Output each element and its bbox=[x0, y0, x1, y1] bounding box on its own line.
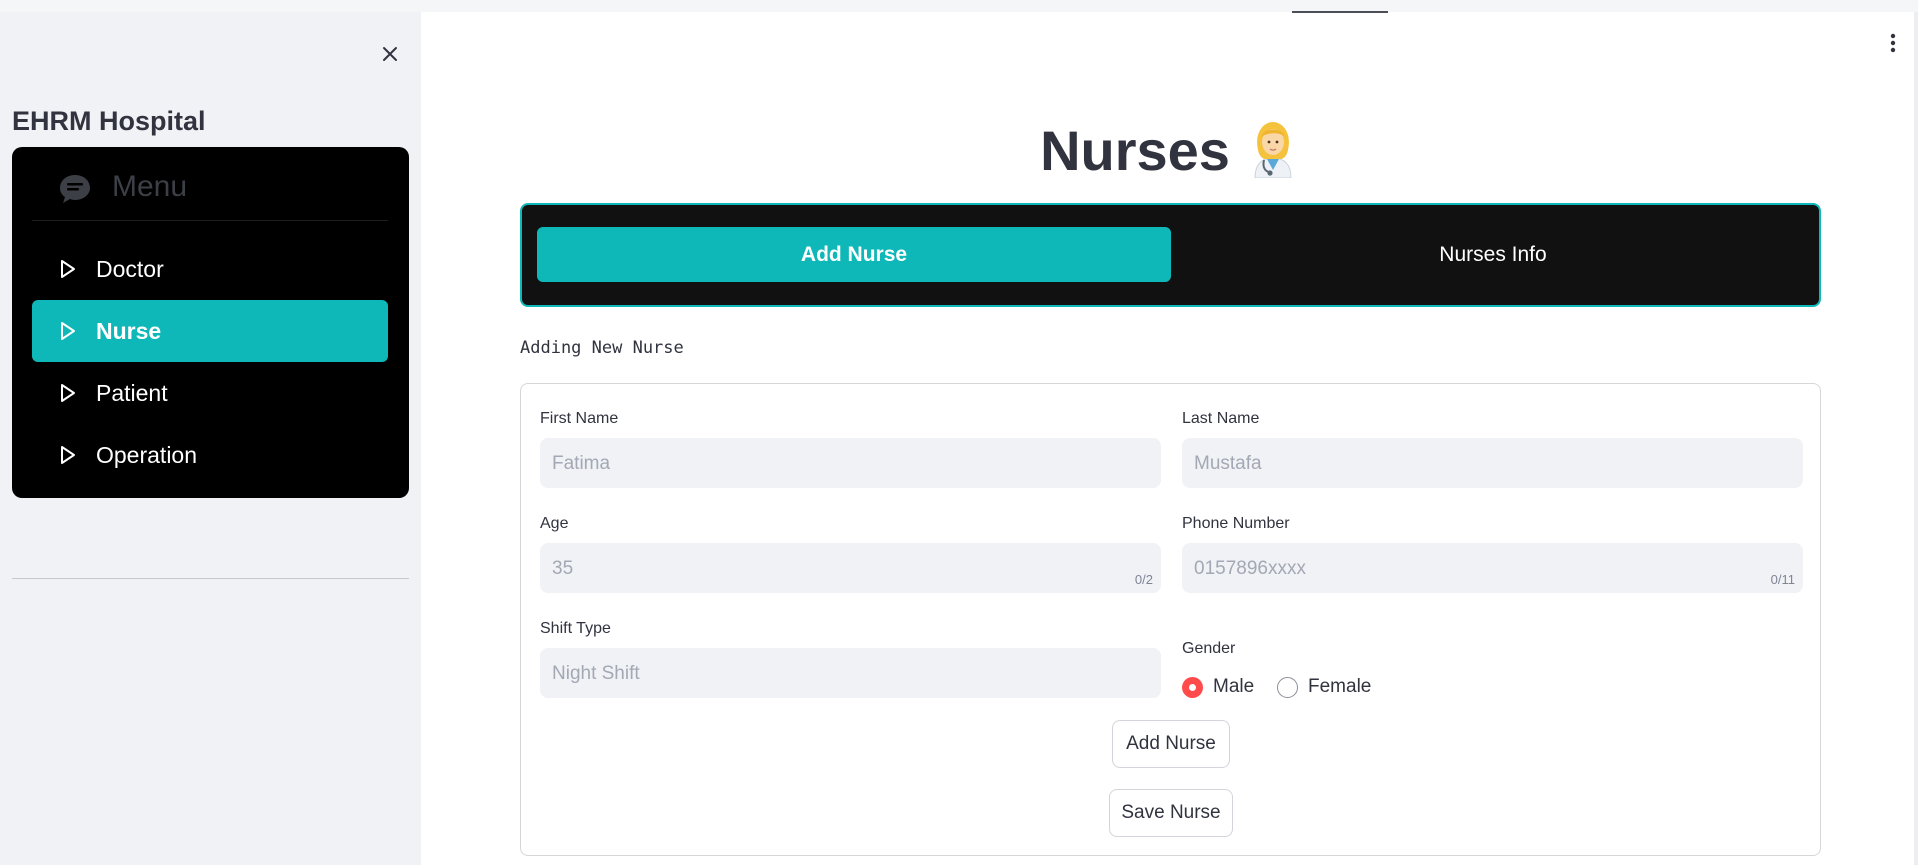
phone-placeholder: 0157896xxxx bbox=[1194, 558, 1306, 579]
shift-type-label: Shift Type bbox=[540, 620, 611, 637]
first-name-label: First Name bbox=[540, 410, 619, 427]
chat-icon bbox=[60, 175, 90, 203]
top-toolbar-strip bbox=[0, 0, 1918, 13]
gender-option-label: Female bbox=[1308, 676, 1372, 697]
option-menu: Menu Doctor Nurse Patient Operation bbox=[12, 147, 409, 498]
play-outline-icon bbox=[61, 384, 75, 402]
add-nurse-form: First Name Fatima Last Name Mustafa Age … bbox=[520, 383, 1821, 856]
menu-header: Menu bbox=[32, 147, 388, 221]
save-nurse-button[interactable]: Save Nurse bbox=[1109, 789, 1233, 837]
page-title: Nurses bbox=[420, 118, 1918, 191]
add-nurse-button[interactable]: Add Nurse bbox=[1112, 720, 1230, 768]
sidebar-divider bbox=[12, 578, 409, 579]
close-icon bbox=[383, 47, 397, 61]
first-name-placeholder: Fatima bbox=[552, 453, 611, 474]
phone-field[interactable]: 0157896xxxx 0/11 bbox=[1182, 543, 1803, 593]
tab-bar: Add Nurse Nurses Info bbox=[520, 203, 1821, 307]
tab-add-nurse[interactable]: Add Nurse bbox=[537, 227, 1171, 282]
gender-option-label: Male bbox=[1213, 676, 1255, 697]
radio-selected-icon bbox=[1182, 677, 1203, 698]
main-menu-button[interactable] bbox=[1884, 30, 1902, 56]
age-field[interactable]: 35 0/2 bbox=[540, 543, 1161, 593]
page-title-text: Nurses bbox=[1040, 119, 1230, 182]
play-outline-icon bbox=[61, 322, 75, 340]
menu-item-doctor[interactable]: Doctor bbox=[32, 238, 388, 300]
age-placeholder: 35 bbox=[552, 558, 574, 579]
last-name-label: Last Name bbox=[1182, 410, 1260, 427]
menu-item-label: Patient bbox=[96, 380, 168, 406]
shift-type-field[interactable]: Night Shift bbox=[540, 648, 1161, 698]
menu-header-label: Menu bbox=[112, 170, 188, 203]
radio-unselected-icon bbox=[1277, 677, 1298, 698]
woman-health-worker-icon bbox=[1248, 120, 1298, 191]
phone-label: Phone Number bbox=[1182, 515, 1290, 532]
age-char-counter: 0/2 bbox=[1134, 572, 1153, 587]
gender-label: Gender bbox=[1182, 640, 1236, 657]
close-sidebar-button[interactable] bbox=[378, 42, 402, 66]
more-vertical-icon bbox=[1890, 33, 1896, 53]
menu-item-operation[interactable]: Operation bbox=[32, 424, 388, 486]
tab-nurses-info[interactable]: Nurses Info bbox=[1176, 227, 1810, 282]
form-subheading: Adding New Nurse bbox=[520, 338, 684, 358]
toolbar-indicator bbox=[1292, 11, 1388, 13]
sidebar-title: EHRM Hospital bbox=[12, 106, 206, 136]
age-label: Age bbox=[540, 515, 569, 532]
first-name-field[interactable]: Fatima bbox=[540, 438, 1161, 488]
shift-type-placeholder: Night Shift bbox=[552, 663, 640, 684]
menu-item-label: Operation bbox=[96, 442, 198, 468]
play-outline-icon bbox=[61, 446, 75, 464]
menu-item-patient[interactable]: Patient bbox=[32, 362, 388, 424]
sidebar: EHRM Hospital Menu Doctor Nurse Patient … bbox=[0, 12, 421, 865]
last-name-placeholder: Mustafa bbox=[1194, 453, 1262, 474]
last-name-field[interactable]: Mustafa bbox=[1182, 438, 1803, 488]
menu-item-nurse[interactable]: Nurse bbox=[32, 300, 388, 362]
menu-item-label: Doctor bbox=[96, 256, 164, 282]
phone-char-counter: 0/11 bbox=[1770, 572, 1795, 587]
play-outline-icon bbox=[61, 260, 75, 278]
menu-item-label: Nurse bbox=[96, 318, 162, 344]
